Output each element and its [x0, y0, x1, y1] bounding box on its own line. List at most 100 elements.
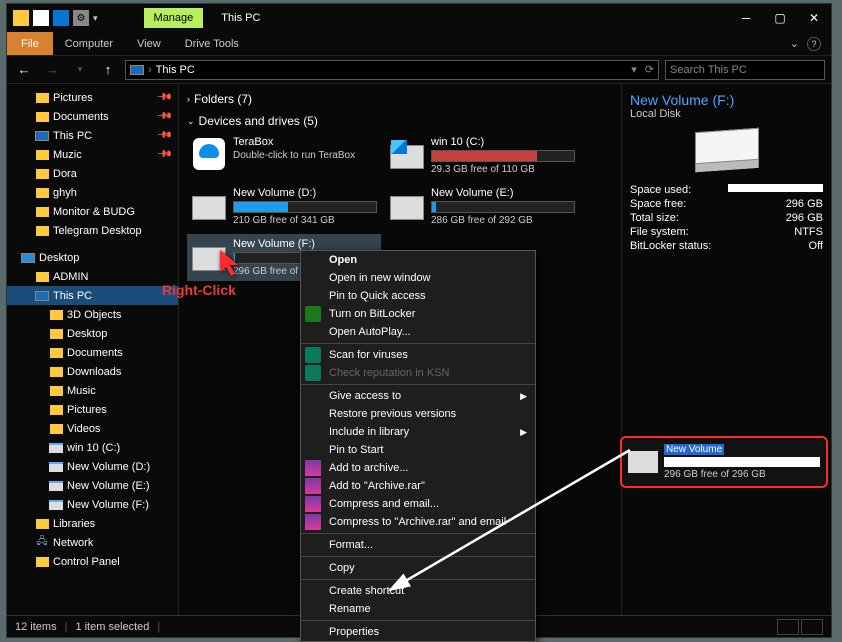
folder-icon[interactable] [13, 10, 29, 26]
menu-item[interactable]: Turn on BitLocker [301, 305, 535, 323]
drive-name: New Volume (E:) [431, 187, 575, 199]
rar-icon [305, 460, 321, 476]
sidebar-item[interactable]: Telegram Desktop [7, 221, 178, 240]
qat-dropdown[interactable]: ▾ [93, 13, 98, 24]
menu-item[interactable]: Open [301, 251, 535, 269]
menu-item[interactable]: Give access to▶ [301, 387, 535, 405]
pin-icon: 📌 [155, 146, 172, 163]
qat-icon-2[interactable] [53, 10, 69, 26]
sidebar-label: 3D Objects [67, 309, 121, 321]
expand-ribbon[interactable]: ⌄ ? [780, 32, 831, 55]
menu-item[interactable]: Include in library▶ [301, 423, 535, 441]
refresh-button[interactable]: ⟳ [645, 63, 654, 76]
sidebar-item[interactable]: Libraries [7, 514, 178, 533]
menu-item[interactable]: Scan for viruses [301, 346, 535, 364]
detail-key: File system: [630, 226, 689, 238]
sidebar-item[interactable]: Desktop [7, 324, 178, 343]
sidebar-item[interactable]: New Volume (D:) [7, 457, 178, 476]
menu-item[interactable]: Open AutoPlay... [301, 323, 535, 341]
sidebar-item[interactable]: Muzic 📌 [7, 145, 178, 164]
recent-dropdown[interactable]: ▾ [69, 59, 91, 81]
address-field[interactable]: › This PC ▾ ⟳ [125, 60, 659, 80]
sidebar-item[interactable]: Control Panel [7, 552, 178, 571]
address-bar: ← → ▾ ↑ › This PC ▾ ⟳ Search This PC [7, 56, 831, 84]
detail-row: File system:NTFS [630, 226, 823, 238]
close-button[interactable]: ✕ [797, 4, 831, 32]
icons-view-button[interactable] [801, 619, 823, 635]
drive-item[interactable]: New Volume (E:)286 GB free of 292 GB [385, 183, 579, 230]
rar-icon [305, 514, 321, 530]
menu-item[interactable]: Pin to Quick access [301, 287, 535, 305]
sidebar-item[interactable]: Music [7, 381, 178, 400]
menu-item[interactable]: Open in new window [301, 269, 535, 287]
drive-icon [49, 479, 63, 493]
minimize-button[interactable]: ─ [729, 4, 763, 32]
menu-separator [301, 343, 535, 344]
folder-icon [49, 384, 63, 398]
menu-item[interactable]: Format... [301, 536, 535, 554]
details-view-button[interactable] [777, 619, 799, 635]
drive-item[interactable]: TeraBoxDouble-click to run TeraBox [187, 132, 381, 179]
address-location: This PC [156, 64, 195, 76]
sidebar-item[interactable]: Pictures [7, 400, 178, 419]
drives-section-header[interactable]: ⌄Devices and drives (5) [187, 110, 613, 132]
right-click-label: Right-Click [162, 282, 236, 298]
drive-item[interactable]: win 10 (C:)29.3 GB free of 110 GB [385, 132, 579, 179]
sidebar-item[interactable]: New Volume (E:) [7, 476, 178, 495]
menu-item[interactable]: Pin to Start [301, 441, 535, 459]
sidebar-desktop[interactable]: Desktop [7, 248, 178, 267]
sidebar-label: Downloads [67, 366, 121, 378]
window-title: This PC [221, 12, 260, 24]
sidebar-item[interactable]: 3D Objects [7, 305, 178, 324]
view-menu[interactable]: View [125, 32, 173, 55]
sidebar-item[interactable]: Documents📌 [7, 107, 178, 126]
menu-item[interactable]: Properties [301, 623, 535, 641]
sidebar-item[interactable]: Monitor & BUDG [7, 202, 178, 221]
status-items: 12 items [15, 621, 57, 633]
up-button[interactable]: ↑ [97, 59, 119, 81]
menu-item[interactable]: Add to archive... [301, 459, 535, 477]
menu-item[interactable]: Restore previous versions [301, 405, 535, 423]
sidebar-item[interactable]: Pictures📌 [7, 88, 178, 107]
menu-item[interactable]: Create shortcut [301, 582, 535, 600]
sidebar-item[interactable]: Documents [7, 343, 178, 362]
qat-icon[interactable] [33, 10, 49, 26]
sidebar-item[interactable]: ADMIN [7, 267, 178, 286]
back-button[interactable]: ← [13, 59, 35, 81]
sidebar-item[interactable]: Videos [7, 419, 178, 438]
sidebar-item[interactable]: win 10 (C:) [7, 438, 178, 457]
sidebar-item[interactable]: This PC [7, 286, 178, 305]
menu-item[interactable]: Rename [301, 600, 535, 618]
menu-item[interactable]: Compress and email... [301, 495, 535, 513]
sidebar-item[interactable]: ghyh [7, 183, 178, 202]
sidebar-item[interactable]: Dora [7, 164, 178, 183]
gear-icon[interactable]: ⚙ [73, 10, 89, 26]
sidebar-item[interactable]: This PC📌 [7, 126, 178, 145]
nav-pane[interactable]: Pictures📌Documents📌This PC📌 Muzic 📌Doraghy… [7, 84, 179, 615]
sidebar-label: New Volume (E:) [67, 480, 150, 492]
drive-name: New Volume (D:) [233, 187, 377, 199]
sidebar-label: Muzic [53, 149, 82, 161]
menu-item[interactable]: Copy [301, 559, 535, 577]
menu-label: Compress to "Archive.rar" and email [329, 516, 506, 528]
sidebar-item[interactable]: Downloads [7, 362, 178, 381]
sidebar-item[interactable]: New Volume (F:) [7, 495, 178, 514]
sidebar-label: Documents [53, 111, 109, 123]
drive-tools-menu[interactable]: Drive Tools [173, 32, 251, 55]
sidebar-item[interactable]: 🖧Network [7, 533, 178, 552]
manage-tab[interactable]: Manage [144, 8, 204, 28]
menu-label: Open in new window [329, 272, 431, 284]
address-dropdown[interactable]: ▾ [631, 63, 637, 76]
forward-button[interactable]: → [41, 59, 63, 81]
menu-item[interactable]: Compress to "Archive.rar" and email [301, 513, 535, 531]
menu-label: Copy [329, 562, 355, 574]
maximize-button[interactable]: ▢ [763, 4, 797, 32]
computer-menu[interactable]: Computer [53, 32, 125, 55]
folder-icon [49, 327, 63, 341]
file-menu[interactable]: File [7, 32, 53, 55]
folders-section-header[interactable]: ›Folders (7) [187, 88, 613, 110]
drive-item[interactable]: New Volume (D:)210 GB free of 341 GB [187, 183, 381, 230]
search-input[interactable]: Search This PC [665, 60, 825, 80]
folder-icon [49, 422, 63, 436]
menu-item[interactable]: Add to "Archive.rar" [301, 477, 535, 495]
